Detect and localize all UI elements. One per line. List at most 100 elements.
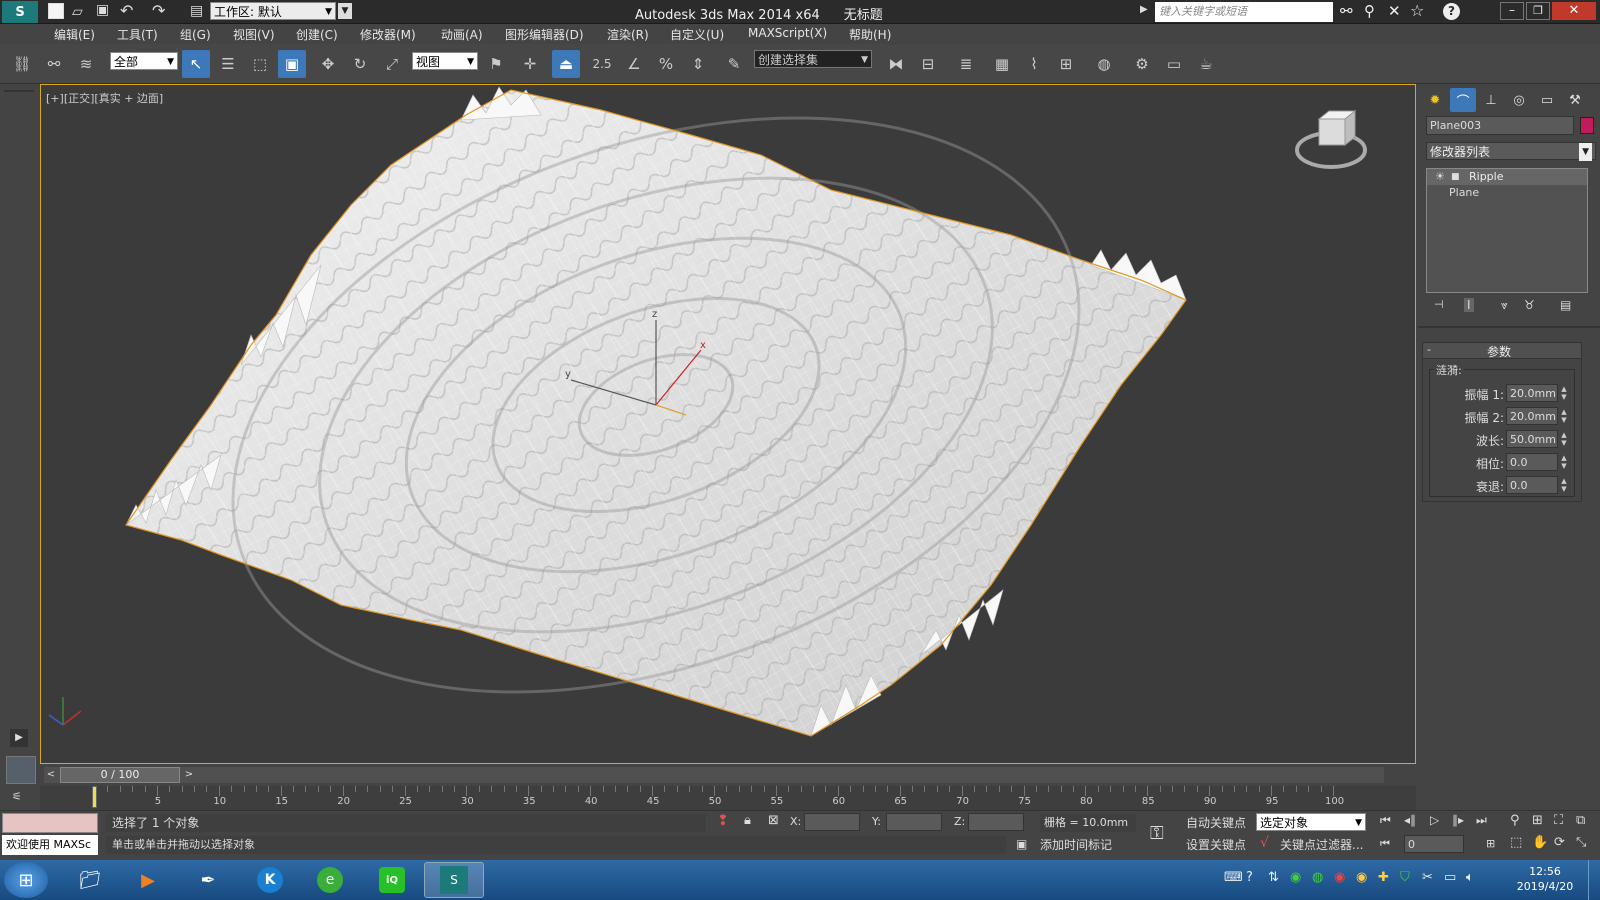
align-icon[interactable]: ⊟ <box>914 50 942 78</box>
stack-item-ripple[interactable]: ☀ ■ Ripple <box>1427 169 1587 185</box>
wechat-icon[interactable]: ◉ <box>1290 870 1301 885</box>
field-of-view-icon[interactable]: ⬚ <box>1510 835 1522 850</box>
help-tray-icon[interactable]: ? <box>1246 870 1253 885</box>
key-mode-icon[interactable]: ⚿ <box>1150 823 1164 844</box>
start-button[interactable]: ⊞ <box>4 862 48 898</box>
next-frame-button[interactable]: > <box>182 767 196 783</box>
viewport-shading-menu[interactable]: [真实 + 边面] <box>94 92 163 105</box>
menu-customize[interactable]: 自定义(U) <box>670 26 724 43</box>
menu-rendering[interactable]: 渲染(R) <box>607 26 649 43</box>
maxscript-mini-listener-pink[interactable] <box>2 813 98 833</box>
browser-tray-icon[interactable]: ◍ <box>1312 870 1323 885</box>
minimize-button[interactable]: – <box>1500 2 1524 20</box>
move-icon[interactable]: ✥ <box>314 50 342 78</box>
mesh-surface[interactable] <box>125 85 1187 765</box>
keyboard-icon[interactable]: ⌨ <box>1224 870 1243 885</box>
shield-icon[interactable]: ⛉ <box>1400 870 1410 885</box>
zoom-icon[interactable]: ⚲ <box>1510 813 1520 828</box>
render-teapot-icon[interactable]: ☕ <box>1192 50 1220 78</box>
menu-animation[interactable]: 动画(A) <box>441 26 483 43</box>
render-setup-icon[interactable]: ⚙ <box>1128 50 1156 78</box>
binoculars-icon[interactable]: ⚯ <box>1340 2 1353 20</box>
make-unique-icon[interactable]: ⩔ <box>1501 298 1508 313</box>
goto-end-icon[interactable]: ⏭ <box>1476 813 1487 828</box>
y-coord-field[interactable] <box>886 813 942 831</box>
monitor-tray-icon[interactable]: ▭ <box>1444 870 1456 885</box>
prev-key-icon[interactable]: ◂∥ <box>1404 813 1416 827</box>
search-input[interactable]: 键入关键字或短语 <box>1155 2 1333 22</box>
project-folder-icon[interactable]: ▤ <box>190 3 203 19</box>
play-icon[interactable]: ▷ <box>1430 813 1439 827</box>
key-filters-button[interactable]: 关键点过滤器... <box>1280 836 1363 853</box>
key-filters-icon[interactable]: √ <box>1260 835 1269 851</box>
layer-manager-icon[interactable]: ≣ <box>952 50 980 78</box>
percent-snap-icon[interactable]: % <box>652 50 680 78</box>
modifier-list-dropdown[interactable]: 修改器列表 ▼ <box>1426 142 1596 161</box>
isolate-icon[interactable]: ❢ <box>717 813 729 829</box>
create-tab-icon[interactable]: ✹ <box>1422 88 1448 112</box>
select-manipulate-icon[interactable]: ✛ <box>516 50 544 78</box>
param-value-field[interactable]: 50.0mm <box>1506 430 1558 448</box>
app-logo-icon[interactable]: S <box>2 1 38 23</box>
time-slider-track[interactable] <box>44 767 1384 783</box>
tools-tray-icon[interactable]: ✂ <box>1422 870 1433 885</box>
viewport-label[interactable]: [+][正交][真实 + 边面] <box>46 90 163 106</box>
workspace-dropdown[interactable]: 工作区: 默认 ▼ <box>210 2 336 20</box>
menu-views[interactable]: 视图(V) <box>233 26 275 43</box>
goto-start-icon[interactable]: ⏮ <box>1380 813 1391 828</box>
key-mode-toggle-icon[interactable]: ⏮ <box>1380 837 1390 851</box>
pivot-center-icon[interactable]: ⚑ <box>482 50 510 78</box>
edit-named-selection-icon[interactable]: ✎ <box>720 50 748 78</box>
clock[interactable]: 12:56 2019/4/20 <box>1510 864 1580 896</box>
iqiyi-app-icon[interactable]: iQ <box>362 862 422 898</box>
ripple-plane-mesh[interactable]: z y x <box>41 85 1417 765</box>
explorer-app-icon[interactable]: 📁︎ <box>60 862 120 898</box>
time-tag-icon[interactable]: ▣ <box>1016 837 1027 851</box>
select-object-icon[interactable]: ↖ <box>182 50 210 78</box>
expand-box-icon[interactable]: ■ <box>1451 169 1460 185</box>
material-editor-icon[interactable]: ◍ <box>1090 50 1118 78</box>
media-player-app-icon[interactable]: ▶ <box>118 862 178 898</box>
k-app-icon[interactable]: K <box>240 862 300 898</box>
mini-curve-editor-icon[interactable] <box>6 756 36 784</box>
selected-object-dropdown[interactable]: 选定对象 ▼ <box>1256 813 1366 831</box>
undo-icon[interactable]: ↶ <box>120 1 133 20</box>
link-icon[interactable]: ⛓ <box>8 50 36 78</box>
zoom-extents-all-icon[interactable]: ⧉ <box>1576 813 1585 828</box>
mirror-icon[interactable]: ⧓ <box>882 50 910 78</box>
utilities-tab-icon[interactable]: ⚒ <box>1562 88 1588 112</box>
collapse-icon[interactable]: - <box>1427 343 1431 356</box>
rectangular-selection-icon[interactable]: ⬚ <box>246 50 274 78</box>
object-name-field[interactable]: Plane003 <box>1426 116 1574 135</box>
menu-modifiers[interactable]: 修改器(M) <box>360 26 416 43</box>
redo-icon[interactable]: ↷ <box>152 1 165 20</box>
show-desktop-button[interactable] <box>1588 860 1600 900</box>
rendered-frame-icon[interactable]: ▭ <box>1160 50 1188 78</box>
workspace-menu-icon[interactable]: ▼ <box>338 3 352 19</box>
restore-button[interactable]: ❐ <box>1526 2 1550 20</box>
viewcube-icon[interactable] <box>1295 109 1367 169</box>
modify-tab-icon[interactable]: ⌒ <box>1450 88 1476 112</box>
exchange-icon[interactable]: ✕ <box>1388 2 1401 20</box>
angle-snap-icon[interactable]: ∠ <box>620 50 648 78</box>
keyboard-shortcut-override-icon[interactable]: ⏏ <box>552 50 580 78</box>
param-value-field[interactable]: 0.0 <box>1506 476 1558 494</box>
pin-stack-icon[interactable]: ⊣ <box>1434 298 1444 311</box>
zoom-all-icon[interactable]: ⊞ <box>1532 813 1543 828</box>
add-tray-icon[interactable]: ✚ <box>1378 870 1389 885</box>
next-key-icon[interactable]: ∥▸ <box>1452 813 1464 827</box>
bind-spacewarp-icon[interactable]: ≋ <box>72 50 100 78</box>
menu-graph-editors[interactable]: 图形编辑器(D) <box>505 26 584 43</box>
ref-coord-dropdown[interactable]: 视图 ▼ <box>412 52 478 70</box>
lightbulb-icon[interactable]: ☀ <box>1435 169 1445 185</box>
configure-sets-icon[interactable]: ▤ <box>1560 298 1571 312</box>
add-time-tag[interactable]: 添加时间标记 <box>1040 836 1112 853</box>
hierarchy-tab-icon[interactable]: ⊥ <box>1478 88 1504 112</box>
z-coord-field[interactable] <box>968 813 1024 831</box>
feather-app-icon[interactable]: ✒ <box>178 862 238 898</box>
volume-icon[interactable]: 🔈︎ <box>1466 870 1474 885</box>
spinner-snap-icon[interactable]: ⇕ <box>684 50 712 78</box>
lock-selection-icon[interactable]: 🔒︎ <box>744 813 751 828</box>
time-cursor[interactable] <box>92 786 97 808</box>
expand-ribbon-icon[interactable]: ▶ <box>10 729 28 747</box>
